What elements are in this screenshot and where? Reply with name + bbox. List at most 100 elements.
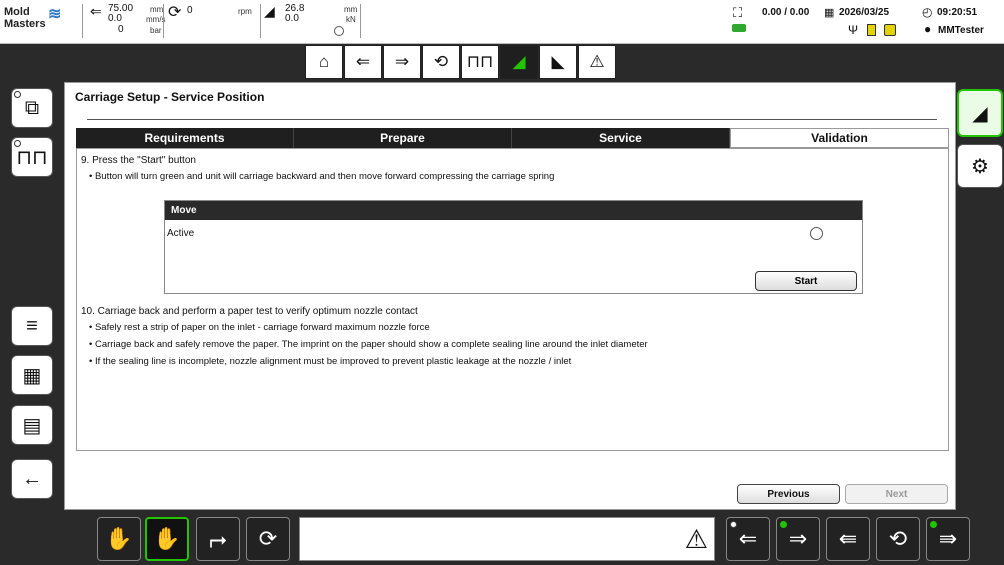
ratio-readout: 0.00 / 0.00	[762, 7, 810, 18]
brand-line2: Masters	[4, 18, 46, 30]
calculator-icon: ▦	[22, 364, 42, 387]
tab-service[interactable]: Service	[512, 128, 730, 148]
status-bar: Mold Masters ≋ ⇐ 75.00 0.0 0 mm mm/s bar…	[0, 0, 1004, 44]
active-indicator	[810, 227, 823, 240]
speed-unit: mm	[150, 5, 164, 14]
calculator-button[interactable]: ▦	[11, 355, 53, 395]
inject-forward-icon: ⇛	[938, 526, 958, 551]
force-value: 0.0	[285, 13, 299, 24]
date-readout: 2026/03/25	[839, 7, 890, 18]
arrow-left-icon: ←	[22, 467, 42, 490]
settings-button[interactable]: ⚙	[957, 144, 1003, 188]
side-heater-button[interactable]: ⊓⊓	[11, 137, 53, 177]
step-10-bullet: • Carriage back and safely remove the pa…	[89, 339, 648, 350]
gears-icon: ⚙	[971, 155, 989, 178]
indicator-dot	[14, 91, 21, 98]
calendar-icon: ▦	[824, 7, 835, 19]
start-button[interactable]: Start	[755, 271, 857, 291]
storage-icon	[867, 24, 876, 36]
pressure-value: 0	[118, 24, 124, 35]
pressure-unit: bar	[150, 26, 162, 35]
screw-rotate-icon: ⟲	[888, 526, 908, 551]
warning-icon[interactable]: ⚠	[578, 45, 616, 79]
home-icon[interactable]: ⌂	[305, 45, 343, 79]
semi-auto-button[interactable]: ⮣	[196, 517, 240, 561]
step-10-bullet: • Safely rest a strip of paper on the in…	[89, 322, 430, 333]
document-icon: ▤	[22, 414, 42, 437]
carriage-icon: ◢	[972, 102, 988, 125]
graph-icon[interactable]: ◣	[539, 45, 577, 79]
step-10-bullet: • If the sealing line is incomplete, noz…	[89, 356, 572, 367]
tab-bar: Requirements Prepare Service Validation	[76, 128, 949, 148]
time-readout: 09:20:51	[937, 7, 978, 18]
manual-mode-button[interactable]: ✋	[97, 517, 141, 561]
tab-content: 9. Press the "Start" button • Button wil…	[76, 148, 949, 451]
hand-crossed-icon: ✋	[105, 526, 133, 551]
brand-logo: Mold Masters ≋	[4, 6, 72, 36]
divider	[163, 4, 164, 38]
message-area: ⚠	[299, 517, 715, 561]
screw-icon[interactable]: ⟲	[422, 45, 460, 79]
heater-icon[interactable]: ⊓⊓	[461, 45, 499, 79]
auto-mode-button[interactable]: ⟳	[246, 517, 290, 561]
screw-value: 0	[187, 5, 193, 16]
hamburger-icon: ≡	[26, 314, 38, 337]
active-label: Active	[167, 228, 195, 239]
warning-check-icon: ⚠	[684, 524, 708, 554]
hand-icon: ✋	[153, 526, 181, 551]
previous-button[interactable]: Previous	[737, 484, 840, 504]
cycle-auto-icon: ⟳	[258, 526, 278, 551]
side-carriage-button[interactable]: ◢	[957, 89, 1003, 137]
carriage-forward-button[interactable]: ⇒	[776, 517, 820, 561]
step-9-bullet: • Button will turn green and unit will c…	[89, 171, 555, 182]
title-divider	[87, 119, 937, 120]
user-name: MMTester	[938, 25, 984, 36]
status-radio	[334, 26, 344, 36]
inject-forward-button[interactable]: ⇛	[926, 517, 970, 561]
nav-bar: ⌂ ⇐ ⇒ ⟲ ⊓⊓ ◢ ◣ ⚠	[0, 45, 1004, 81]
step-9: 9. Press the "Start" button	[81, 155, 196, 166]
hand-mode-button[interactable]: ✋	[145, 517, 189, 561]
cycle-single-icon: ⮣	[209, 526, 227, 551]
tab-requirements[interactable]: Requirements	[76, 128, 294, 148]
carriage-forward-icon[interactable]: ⇒	[383, 45, 421, 79]
carriage-nav-icon[interactable]: ◢	[500, 45, 538, 79]
indicator-dot-active	[930, 521, 937, 528]
carriage-icon: ◢	[264, 3, 275, 19]
move-panel: Move Active Start	[164, 200, 863, 294]
carriage-forward-icon: ⇒	[788, 526, 808, 551]
process-icon: ⧉	[24, 96, 40, 119]
side-process-button[interactable]: ⧉	[11, 88, 53, 128]
indicator-dot	[730, 521, 737, 528]
force-unit: kN	[346, 15, 356, 24]
carriage-back-icon[interactable]: ⇐	[344, 45, 382, 79]
inject-back-button[interactable]: ⇚	[826, 517, 870, 561]
app-root: { "header": { "brand_line1": "Mold", "br…	[0, 0, 1004, 565]
clock-icon: ◴	[922, 5, 933, 19]
menu-button[interactable]: ≡	[11, 306, 53, 346]
tab-validation[interactable]: Validation	[730, 128, 949, 148]
screw-icon: ⟳	[168, 4, 182, 21]
screw-rotate-button[interactable]: ⟲	[876, 517, 920, 561]
divider	[260, 4, 261, 38]
move-header: Move	[165, 201, 862, 220]
divider	[360, 4, 361, 38]
indicator-dot-active	[780, 521, 787, 528]
connection-icon: ⛶	[733, 5, 743, 20]
back-button[interactable]: ←	[11, 459, 53, 499]
document-button[interactable]: ▤	[11, 405, 53, 445]
page-title: Carriage Setup - Service Position	[75, 90, 265, 104]
disk-icon	[884, 24, 896, 36]
usb-icon: Ψ	[848, 23, 859, 37]
divider	[82, 4, 83, 38]
step-10: 10. Carriage back and perform a paper te…	[81, 306, 418, 317]
screw-unit: rpm	[238, 7, 252, 16]
logo-wave-icon: ≋	[48, 6, 62, 23]
tab-prepare[interactable]: Prepare	[294, 128, 512, 148]
carriage-status-icon	[732, 24, 746, 32]
next-button[interactable]: Next	[845, 484, 948, 504]
carriage-back-button[interactable]: ⇐	[726, 517, 770, 561]
injection-icon: ⇐	[90, 3, 102, 19]
brand-line1: Mold	[4, 6, 30, 18]
indicator-dot	[14, 140, 21, 147]
